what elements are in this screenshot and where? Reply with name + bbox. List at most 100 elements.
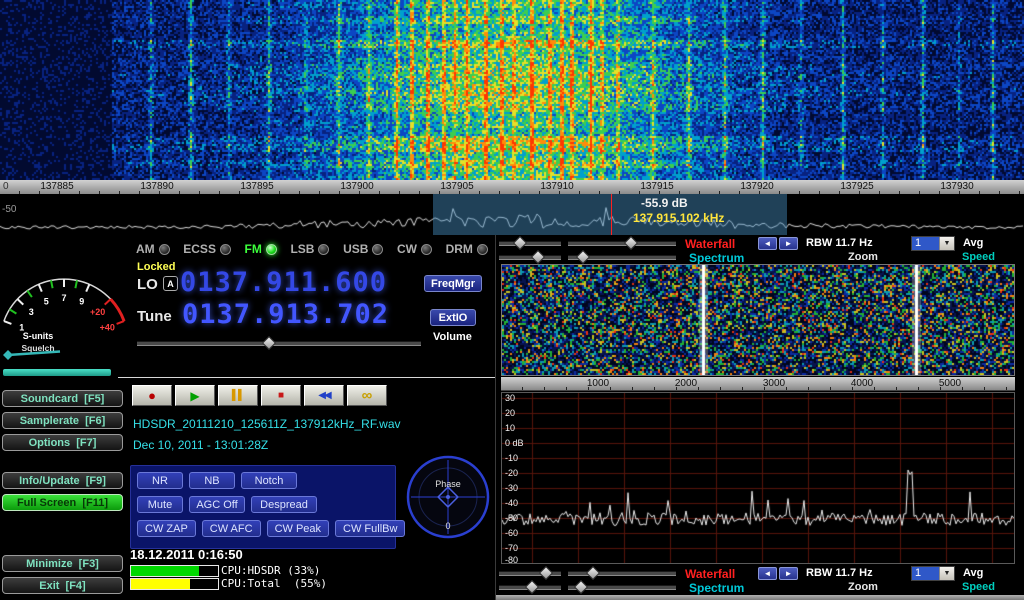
recording-date: Dec 10, 2011 - 13:01:28Z [133, 438, 268, 452]
freq-scale-label: 137930 [940, 181, 973, 192]
mode-fm[interactable]: FM [245, 242, 277, 256]
samplerate-button[interactable]: Samplerate [F6] [2, 412, 123, 429]
smeter-tick-label: +40 [100, 323, 115, 333]
mode-ecss[interactable]: ECSS [183, 242, 231, 256]
dsp-agc-button[interactable]: AGC Off [189, 496, 245, 513]
lower-rbw-label: RBW 11.7 Hz [806, 567, 873, 579]
minimize-button[interactable]: Minimize [F3] [2, 555, 123, 572]
volume-slider-thumb[interactable] [262, 336, 276, 350]
lower-zoom-slider[interactable] [568, 581, 676, 592]
upper-speed-label: Speed [962, 251, 995, 263]
pause-button[interactable]: ▌▌ [218, 385, 258, 406]
soundcard-button[interactable]: Soundcard [F5] [2, 390, 123, 407]
db-axis-top-label: 0 [3, 181, 9, 192]
cursor-frequency-readout: 137.915.102 kHz [633, 211, 724, 225]
upper-shift-right-button[interactable]: ► [779, 237, 798, 250]
freq-scale-label: 137925 [840, 181, 873, 192]
smeter-tick-label: 7 [61, 293, 66, 303]
mode-cw[interactable]: CW [397, 242, 432, 256]
cpu-total-bar [131, 579, 190, 589]
main-waterfall[interactable] [0, 0, 1024, 180]
audio-frequency-scale[interactable]: 1000 2000 3000 4000 5000 [501, 377, 1015, 391]
dsp-cwfullbw-button[interactable]: CW FullBw [335, 520, 405, 537]
mode-am[interactable]: AM [136, 242, 170, 256]
play-icon: ▶ [190, 389, 199, 403]
lower-waterfall-label[interactable]: Waterfall [685, 567, 735, 581]
phase-scope[interactable]: Phase 0 [406, 455, 490, 539]
audio-spectrum[interactable] [502, 393, 1014, 563]
audio-scale-label: 3000 [763, 378, 785, 389]
dropdown-arrow-icon[interactable]: ▼ [939, 567, 954, 580]
loop-button[interactable]: ∞ [347, 385, 387, 406]
extio-button[interactable]: ExtIO [430, 309, 476, 326]
volume-slider[interactable] [137, 337, 421, 348]
rewind-button[interactable]: ◀◀ [304, 385, 344, 406]
upper-spectrum-controls: Spectrum Zoom Speed [496, 251, 1024, 264]
stop-button[interactable]: ■ [261, 385, 301, 406]
upper-waterfall-controls: Waterfall ◄ ► RBW 11.7 Hz 1 ▼ Avg [496, 237, 1024, 250]
lower-spectrum-label[interactable]: Spectrum [689, 581, 744, 595]
dsp-cwpeak-button[interactable]: CW Peak [267, 520, 329, 537]
lower-avg-select[interactable]: 1 ▼ [911, 566, 955, 581]
audio-scale-label: 1000 [587, 378, 609, 389]
info-update-button[interactable]: Info/Update [F9] [2, 472, 123, 489]
signal-level-readout: -55.9 dB [641, 196, 688, 210]
dsp-despread-button[interactable]: Despread [251, 496, 317, 513]
upper-waterfall-brightness-slider[interactable] [499, 237, 561, 248]
passband-highlight[interactable] [433, 194, 787, 235]
mode-lsb[interactable]: LSB [290, 242, 329, 256]
lower-shift-right-button[interactable]: ► [779, 567, 798, 580]
audio-waterfall[interactable] [502, 265, 1014, 375]
lower-waterfall-contrast-slider[interactable] [568, 567, 676, 578]
upper-avg-select[interactable]: 1 ▼ [911, 236, 955, 251]
playback-controls: ● ▶ ▌▌ ■ ◀◀ ∞ [132, 385, 387, 406]
dsp-nb-button[interactable]: NB [189, 472, 235, 489]
lower-avg-value: 1 [912, 567, 939, 580]
squelch-pointer-icon[interactable] [3, 350, 13, 360]
dsp-mute-button[interactable]: Mute [137, 496, 183, 513]
mode-led-icon [477, 244, 488, 255]
record-button[interactable]: ● [132, 385, 172, 406]
lower-spectrum-gain-slider[interactable] [499, 581, 561, 592]
s-meter-gauge[interactable]: 1 3 5 7 9 +20 +40 S-units Squelch [2, 238, 126, 366]
mode-selector: AM ECSS FM LSB USB CW DRM [136, 242, 488, 256]
smeter-tick-label: +20 [90, 307, 105, 317]
upper-avg-label: Avg [963, 237, 983, 249]
loop-icon: ∞ [362, 387, 373, 404]
cpu-total-meter [130, 578, 219, 590]
mode-usb[interactable]: USB [343, 242, 383, 256]
bottom-scrollbar[interactable] [496, 595, 1024, 600]
lower-shift-left-button[interactable]: ◄ [758, 567, 777, 580]
frequency-scale[interactable]: 0 137885 137890 137895 137900 137905 137… [0, 180, 1024, 195]
spectrum-overview[interactable]: -50 -55.9 dB 137.915.102 kHz [0, 194, 1024, 235]
dsp-cwzap-button[interactable]: CW ZAP [137, 520, 196, 537]
volume-label: Volume [433, 331, 472, 343]
freq-scale-label: 137900 [340, 181, 373, 192]
dsp-notch-button[interactable]: Notch [241, 472, 297, 489]
dsp-cwafc-button[interactable]: CW AFC [202, 520, 261, 537]
freqmgr-button[interactable]: FreqMgr [424, 275, 482, 292]
play-button[interactable]: ▶ [175, 385, 215, 406]
upper-waterfall-label[interactable]: Waterfall [685, 237, 735, 251]
lower-waterfall-brightness-slider[interactable] [499, 567, 561, 578]
dsp-nr-button[interactable]: NR [137, 472, 183, 489]
lo-label: LO [137, 276, 158, 293]
exit-button[interactable]: Exit [F4] [2, 577, 123, 594]
tune-frequency-display[interactable]: 0137.913.702 [182, 301, 389, 328]
mode-drm[interactable]: DRM [446, 242, 488, 256]
lock-badge-icon[interactable]: A [163, 276, 178, 291]
lower-speed-label: Speed [962, 581, 995, 593]
db-grid-label: -70 [505, 544, 518, 553]
phase-label: Phase [406, 479, 490, 489]
fullscreen-button[interactable]: Full Screen [F11] [2, 494, 123, 511]
upper-zoom-slider[interactable] [568, 251, 676, 262]
upper-spectrum-gain-slider[interactable] [499, 251, 561, 262]
mode-led-icon [318, 244, 329, 255]
options-button[interactable]: Options [F7] [2, 434, 123, 451]
upper-shift-left-button[interactable]: ◄ [758, 237, 777, 250]
db-grid-label: -20 [505, 469, 518, 478]
lo-frequency-display[interactable]: 0137.911.600 [180, 269, 387, 296]
dropdown-arrow-icon[interactable]: ▼ [939, 237, 954, 250]
upper-waterfall-contrast-slider[interactable] [568, 237, 676, 248]
upper-spectrum-label[interactable]: Spectrum [689, 251, 744, 265]
